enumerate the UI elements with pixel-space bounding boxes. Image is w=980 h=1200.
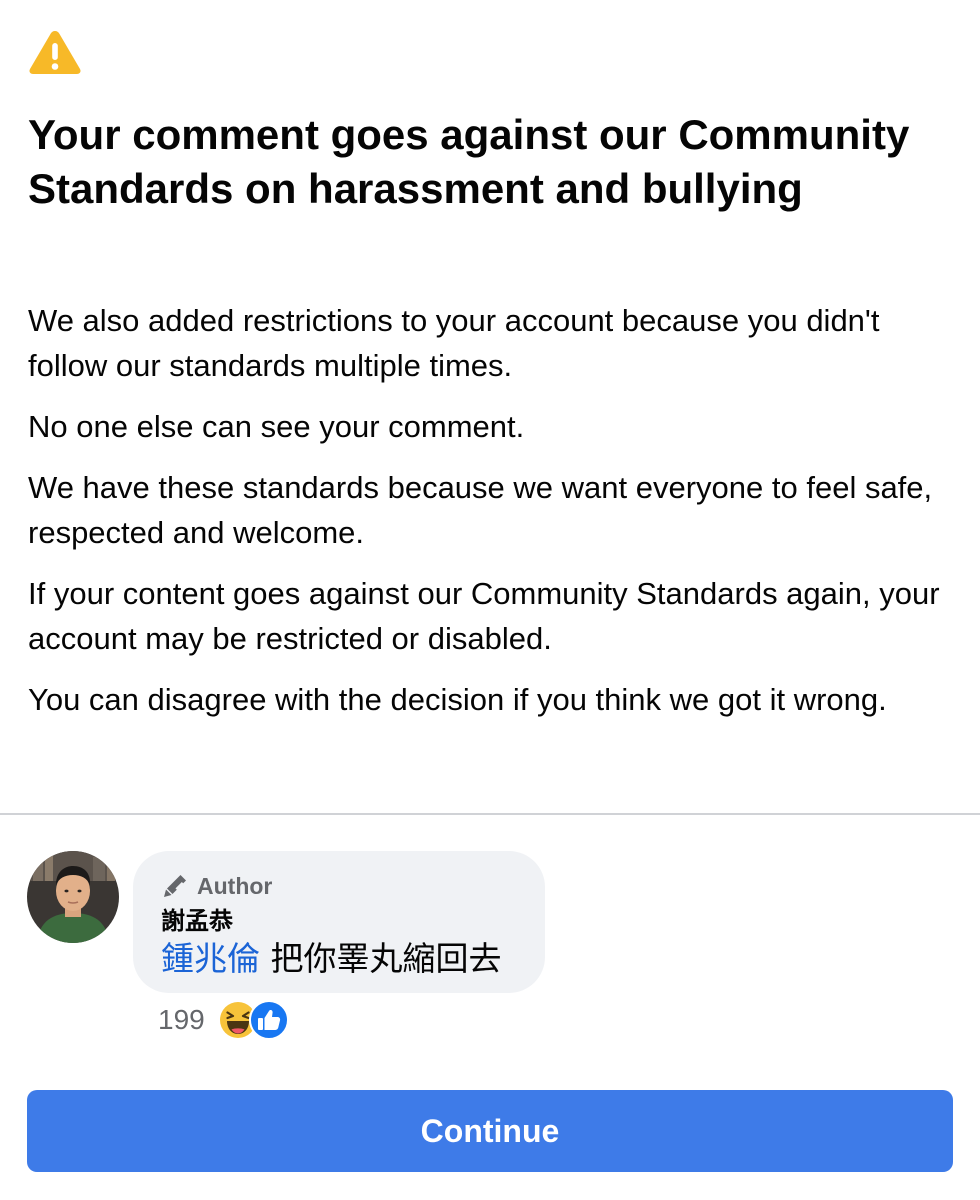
warning-icon bbox=[29, 31, 81, 74]
author-badge: Author bbox=[161, 871, 517, 901]
avatar-image bbox=[27, 851, 119, 943]
section-divider bbox=[0, 813, 980, 815]
pencil-icon bbox=[164, 875, 186, 897]
message-body: We also added restrictions to your accou… bbox=[28, 298, 958, 738]
continue-button[interactable]: Continue bbox=[27, 1090, 953, 1172]
page-title: Your comment goes against our Community … bbox=[28, 111, 910, 212]
commenter-name[interactable]: 謝孟恭 bbox=[161, 905, 517, 937]
visibility-paragraph: No one else can see your comment. bbox=[28, 409, 525, 444]
reactions-summary[interactable]: 199 bbox=[158, 1000, 297, 1040]
standards-paragraph: We have these standards because we want … bbox=[28, 470, 933, 550]
comment-body: 把你睪丸縮回去 bbox=[270, 939, 502, 978]
disagree-paragraph: You can disagree with the decision if yo… bbox=[28, 682, 887, 717]
reaction-icons bbox=[219, 1000, 297, 1040]
reaction-count: 199 bbox=[158, 1004, 205, 1035]
comment-bubble: Author 謝孟恭 鍾兆倫 把你睪丸縮回去 bbox=[133, 851, 545, 993]
author-badge-label: Author bbox=[197, 872, 273, 899]
restriction-paragraph: We also added restrictions to your accou… bbox=[28, 303, 880, 383]
avatar[interactable] bbox=[27, 851, 119, 943]
comment-mention[interactable]: 鍾兆倫 bbox=[161, 939, 260, 978]
comment-text: 鍾兆倫 把你睪丸縮回去 bbox=[161, 939, 517, 979]
warning-paragraph: If your content goes against our Communi… bbox=[28, 576, 940, 656]
like-icon bbox=[248, 1000, 289, 1040]
